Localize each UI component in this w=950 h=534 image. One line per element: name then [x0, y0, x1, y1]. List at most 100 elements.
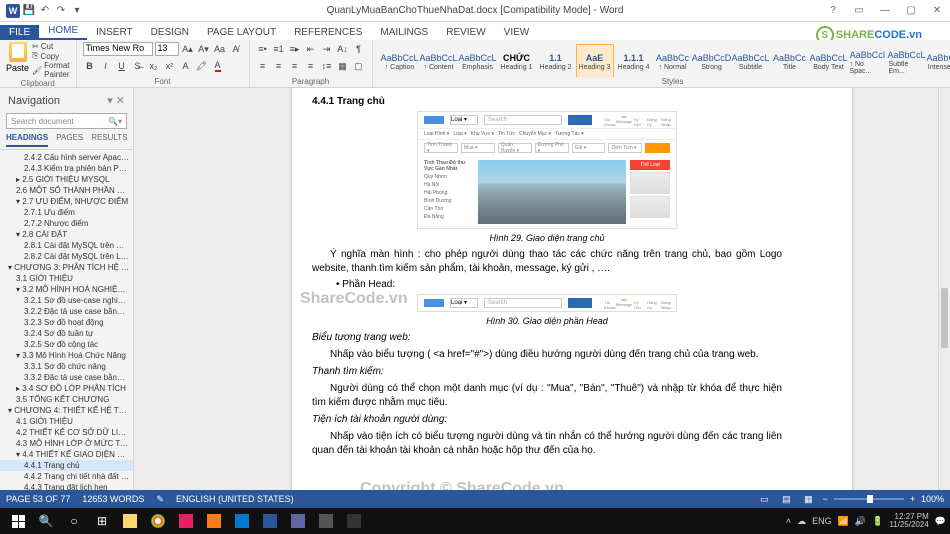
nav-heading[interactable]: ▾ 2.8 CÀI ĐẶT	[0, 229, 133, 240]
nav-heading[interactable]: ▾ 4.4 THIẾT KẾ GIAO DIỆN HỆ THỐNG	[0, 449, 133, 460]
style-heading-2[interactable]: 1.1Heading 2	[537, 44, 575, 77]
document-canvas[interactable]: 4.4.1 Trang chủ Loại ▾ Search Tài Khoản …	[134, 88, 950, 508]
tray-chevron-icon[interactable]: ˄	[786, 516, 791, 526]
nav-heading[interactable]: ▸ 3.4 SƠ ĐỒ LỚP PHÂN TÍCH	[0, 383, 133, 394]
zoom-slider[interactable]	[834, 498, 904, 500]
numbering-icon[interactable]: ≡1	[272, 42, 286, 56]
zoom-out-icon[interactable]: −	[822, 494, 827, 504]
taskbar-app3-icon[interactable]	[340, 509, 368, 533]
grow-font-icon[interactable]: A▴	[181, 42, 195, 56]
taskbar-teams-icon[interactable]	[284, 509, 312, 533]
nav-heading[interactable]: 2.7.2 Nhược điểm	[0, 218, 133, 229]
strike-button[interactable]: S̶	[131, 59, 145, 73]
taskbar-cortana-icon[interactable]: ○	[60, 509, 88, 533]
style--content[interactable]: AaBbCcL↑ Content	[420, 44, 458, 77]
nav-heading[interactable]: 3.3.1 Sơ đồ chức năng	[0, 361, 133, 372]
nav-heading[interactable]: 4.3 MÔ HÌNH LỚP Ở MỨC THIẾT KẾ	[0, 438, 133, 449]
nav-heading[interactable]: 3.3.2 Đặc tả use case bằng bảng	[0, 372, 133, 383]
style-heading-1[interactable]: CHỨCHeading 1	[498, 44, 536, 77]
nav-heading[interactable]: 3.2.1 Sơ đồ use-case nghiệp vụ	[0, 295, 133, 306]
nav-tab-headings[interactable]: HEADINGS	[6, 133, 48, 147]
nav-heading[interactable]: 2.8.1 Cài đặt MySQL trên Windo...	[0, 240, 133, 251]
align-right-icon[interactable]: ≡	[288, 59, 302, 73]
nav-heading[interactable]: ▾ 2.7 ƯU ĐIỂM, NHƯỢC ĐIỂM	[0, 196, 133, 207]
nav-heading[interactable]: 4.4.1 Trang chủ	[0, 460, 133, 471]
nav-heading[interactable]: 3.2.5 Sơ đồ cộng tác	[0, 339, 133, 350]
taskbar-app-icon[interactable]	[172, 509, 200, 533]
style-title[interactable]: AaBbCcTitle	[771, 44, 809, 77]
nav-heading[interactable]: ▸ 2.5 GIỚI THIỆU MYSQL	[0, 174, 133, 185]
nav-heading[interactable]: 2.8.2 Cài đặt MySQL trên Linux	[0, 251, 133, 262]
nav-heading[interactable]: ▾ 3.3 Mô Hình Hoá Chức Năng	[0, 350, 133, 361]
zoom-in-icon[interactable]: +	[910, 494, 915, 504]
style-subtle-em-[interactable]: AaBbCcLSubtle Em...	[888, 44, 926, 77]
sort-icon[interactable]: A↓	[336, 42, 350, 56]
taskbar-app2-icon[interactable]	[312, 509, 340, 533]
bold-button[interactable]: B	[83, 59, 97, 73]
nav-heading[interactable]: 3.2.4 Sơ đồ tuần tự	[0, 328, 133, 339]
tray-wifi-icon[interactable]: 📶	[838, 516, 849, 527]
tab-insert[interactable]: INSERT	[87, 25, 142, 40]
undo-icon[interactable]: ↶	[38, 4, 52, 18]
shrink-font-icon[interactable]: A▾	[197, 42, 211, 56]
tray-onedrive-icon[interactable]: ☁	[797, 516, 806, 527]
maximize-icon[interactable]: ▢	[898, 2, 924, 20]
status-spellcheck-icon[interactable]: ✎	[156, 494, 164, 505]
save-icon[interactable]: 💾	[22, 4, 36, 18]
line-spacing-icon[interactable]: ↕≡	[320, 59, 334, 73]
superscript-button[interactable]: x²	[163, 59, 177, 73]
view-web-icon[interactable]: ▦	[800, 492, 816, 506]
nav-heading[interactable]: 4.1 GIỚI THIỆU	[0, 416, 133, 427]
tab-file[interactable]: FILE	[0, 25, 39, 40]
style-emphasis[interactable]: AaBbCcLEmphasis	[459, 44, 497, 77]
tray-battery-icon[interactable]: 🔋	[872, 516, 883, 527]
taskbar-explorer-icon[interactable]	[116, 509, 144, 533]
shading-icon[interactable]: ▦	[336, 59, 350, 73]
taskbar-xampp-icon[interactable]	[200, 509, 228, 533]
nav-heading[interactable]: 2.4.3 Kiểm tra phiên bản PHP	[0, 163, 133, 174]
multilevel-icon[interactable]: ≡▸	[288, 42, 302, 56]
copy-button[interactable]: ⎘Copy	[32, 51, 70, 61]
align-center-icon[interactable]: ≡	[272, 59, 286, 73]
status-page[interactable]: PAGE 53 OF 77	[6, 494, 70, 504]
style--caption[interactable]: AaBbCcL↑ Caption	[381, 44, 419, 77]
vertical-scrollbar[interactable]	[938, 88, 950, 508]
nav-close-icon[interactable]: ▾ ✕	[107, 94, 125, 107]
font-name-select[interactable]: Times New Ro	[83, 42, 153, 56]
change-case-icon[interactable]: Aa	[213, 42, 227, 56]
text-effects-icon[interactable]: A	[179, 59, 193, 73]
tab-mailings[interactable]: MAILINGS	[371, 25, 437, 40]
status-language[interactable]: ENGLISH (UNITED STATES)	[176, 494, 294, 504]
font-size-select[interactable]: 13	[155, 42, 179, 56]
tray-lang-icon[interactable]: ENG	[812, 516, 832, 526]
borders-icon[interactable]: ▢	[352, 59, 366, 73]
nav-heading[interactable]: 2.4.2 Cấu hình server Apache	[0, 152, 133, 163]
taskbar-vscode-icon[interactable]	[228, 509, 256, 533]
indent-left-icon[interactable]: ⇤	[304, 42, 318, 56]
paste-button[interactable]: Paste	[6, 42, 29, 73]
style-strong[interactable]: AaBbCcDStrong	[693, 44, 731, 77]
taskbar-taskview-icon[interactable]: ⊞	[88, 509, 116, 533]
styles-gallery[interactable]: AaBbCcL↑ CaptionAaBbCcL↑ ContentAaBbCcLE…	[379, 42, 950, 77]
style-intense-e-[interactable]: AaBbCcLIntense E...	[927, 44, 950, 77]
status-words[interactable]: 12653 WORDS	[82, 494, 144, 504]
view-print-icon[interactable]: ▤	[778, 492, 794, 506]
nav-heading[interactable]: 3.1 GIỚI THIỆU	[0, 273, 133, 284]
cut-button[interactable]: ✂Cut	[32, 42, 70, 51]
clear-format-icon[interactable]: A̸	[229, 42, 243, 56]
nav-heading[interactable]: 3.2.2 Đặc tả use case bằng bảng	[0, 306, 133, 317]
tray-clock[interactable]: 12:27 PM 11/25/2024	[889, 513, 928, 529]
tray-notifications-icon[interactable]: 💬	[935, 516, 946, 527]
redo-icon[interactable]: ↷	[54, 4, 68, 18]
nav-heading[interactable]: 3.2.3 Sơ đồ hoạt động	[0, 317, 133, 328]
nav-heading[interactable]: ▾ CHƯƠNG 4: THIẾT KẾ HỆ THỐNG	[0, 405, 133, 416]
nav-heading[interactable]: 3.5 TỔNG KẾT CHƯƠNG	[0, 394, 133, 405]
nav-heading[interactable]: 4.2 THIẾT KẾ CƠ SỞ DỮ LIỆU	[0, 427, 133, 438]
start-button[interactable]	[4, 509, 32, 533]
align-left-icon[interactable]: ≡	[256, 59, 270, 73]
taskbar-chrome-icon[interactable]	[144, 509, 172, 533]
minimize-icon[interactable]: —	[872, 2, 898, 20]
style-body-text[interactable]: AaBbCcLBody Text	[810, 44, 848, 77]
style--normal[interactable]: AaBbCc↑ Normal	[654, 44, 692, 77]
help-icon[interactable]: ?	[820, 2, 846, 20]
